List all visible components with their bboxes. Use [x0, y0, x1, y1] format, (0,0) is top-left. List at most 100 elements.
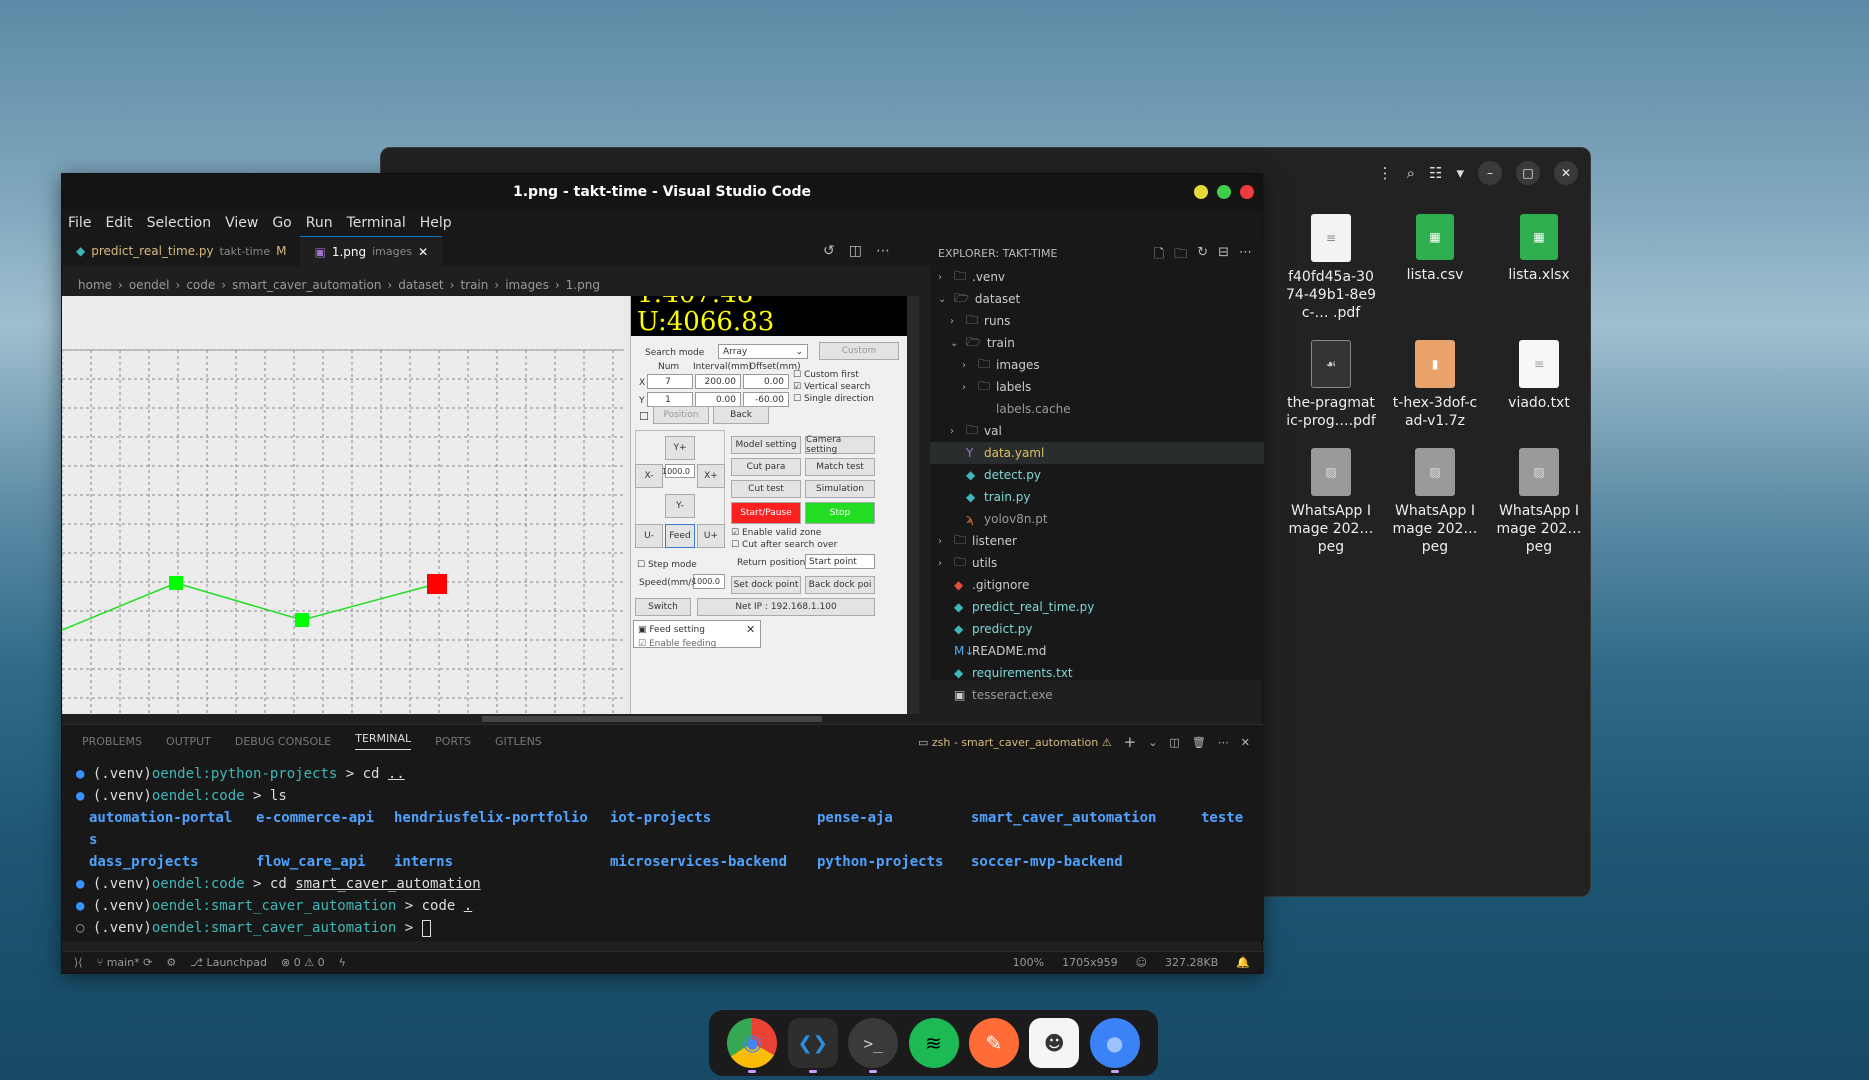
- menu-item-edit[interactable]: Edit: [105, 215, 132, 231]
- new-terminal-icon[interactable]: +: [1124, 733, 1137, 751]
- chevron-down-icon[interactable]: ⌄: [1148, 736, 1157, 749]
- position-button[interactable]: Position: [653, 406, 709, 424]
- tree-item-predict-real-time-py[interactable]: ◆ predict_real_time.py: [930, 596, 1264, 618]
- more-actions-icon[interactable]: ⋯: [1239, 245, 1252, 267]
- breadcrumb-item[interactable]: home: [78, 278, 112, 292]
- file-item[interactable]: ▦ lista.csv: [1383, 214, 1487, 322]
- notifications-icon[interactable]: 🔔: [1236, 956, 1250, 969]
- tab-predict-real-time[interactable]: ◆ predict_real_time.py takt-time M: [62, 236, 300, 266]
- tree-item-runs[interactable]: › 🗀 runs: [930, 310, 1264, 332]
- breadcrumb-item[interactable]: 1.png: [566, 278, 600, 292]
- u-plus-button[interactable]: U+: [697, 524, 725, 548]
- x-interval-input[interactable]: 200.00: [695, 374, 741, 389]
- tree-item-train-py[interactable]: ◆ train.py: [930, 486, 1264, 508]
- position-checkbox[interactable]: ☐: [639, 410, 649, 423]
- custom-first-checkbox[interactable]: ☐ Custom first: [793, 370, 859, 380]
- file-item[interactable]: ≡ viado.txt: [1487, 340, 1591, 430]
- problems-status[interactable]: ⊗ 0 ⚠ 0: [281, 956, 325, 969]
- step-input[interactable]: 1000.0: [662, 464, 695, 478]
- gimp-icon[interactable]: ☻: [1029, 1018, 1080, 1068]
- set-dock-point-button[interactable]: Set dock point: [731, 576, 801, 594]
- cut-para-button[interactable]: Cut para: [731, 458, 801, 476]
- split-editor-icon[interactable]: ◫: [849, 243, 862, 259]
- close-tab-icon[interactable]: ✕: [418, 245, 428, 259]
- back-button[interactable]: Back: [713, 406, 769, 424]
- u-minus-button[interactable]: U-: [635, 524, 663, 548]
- more-options-icon[interactable]: ⋮: [1378, 164, 1393, 182]
- breadcrumb-item[interactable]: code: [186, 278, 215, 292]
- y-minus-button[interactable]: Y-: [665, 494, 695, 518]
- y-interval-input[interactable]: 0.00: [695, 392, 741, 407]
- more-actions-icon[interactable]: ⋯: [1218, 736, 1229, 749]
- file-item[interactable]: ▨ WhatsApp Image 202… peg: [1487, 448, 1591, 556]
- tab-terminal[interactable]: TERMINAL: [355, 732, 412, 750]
- tree-item-labels-cache[interactable]: labels.cache: [930, 398, 1264, 420]
- tree-item-val[interactable]: › 🗀 val: [930, 420, 1264, 442]
- new-file-icon[interactable]: 🗋: [1154, 245, 1164, 267]
- spotify-icon[interactable]: ≋: [908, 1018, 959, 1068]
- horizontal-scrollbar[interactable]: [62, 714, 907, 724]
- y-plus-button[interactable]: Y+: [665, 436, 695, 460]
- tree-item-yolov8n-pt[interactable]: ϡ yolov8n.pt: [930, 508, 1264, 530]
- collapse-all-icon[interactable]: ⊟: [1218, 245, 1229, 267]
- breadcrumb-item[interactable]: smart_caver_automation: [232, 278, 381, 292]
- file-item[interactable]: ▦ lista.xlsx: [1487, 214, 1591, 322]
- tree-item-tesseract-exe[interactable]: ▣ tesseract.exe: [930, 684, 1264, 706]
- stop-button[interactable]: Stop: [805, 502, 875, 524]
- copilot-icon[interactable]: ☺: [1136, 956, 1147, 969]
- remote-icon[interactable]: ⟩⟨: [74, 956, 83, 969]
- tree-item-requirements-txt[interactable]: ◆ requirements.txt: [930, 662, 1264, 684]
- return-position-select[interactable]: Start point: [805, 554, 875, 569]
- refresh-icon[interactable]: ↻: [1197, 245, 1208, 267]
- menu-item-go[interactable]: Go: [272, 215, 291, 231]
- lightning-icon[interactable]: ϟ: [339, 956, 346, 969]
- speed-input[interactable]: 1000.0: [692, 574, 725, 589]
- y-offset-input[interactable]: -60.00: [743, 392, 789, 407]
- enable-valid-zone-checkbox[interactable]: ☑ Enable valid zone: [731, 528, 821, 538]
- minimize-button[interactable]: –: [1478, 161, 1502, 185]
- enable-feeding-checkbox[interactable]: ☑ Enable feeding: [638, 639, 716, 649]
- feed-button[interactable]: Feed: [665, 524, 695, 548]
- branch-status[interactable]: ⑂ main* ⟳: [97, 956, 153, 969]
- maximize-button[interactable]: [1217, 185, 1231, 199]
- search-folder-icon[interactable]: ⌕: [1407, 164, 1415, 182]
- single-direction-checkbox[interactable]: ☐ Single direction: [793, 394, 874, 404]
- back-dock-point-button[interactable]: Back dock poi: [805, 576, 875, 594]
- x-plus-button[interactable]: X+: [697, 464, 725, 488]
- menu-item-terminal[interactable]: Terminal: [347, 215, 406, 231]
- history-icon[interactable]: ↺: [823, 243, 835, 259]
- files-icon[interactable]: ●: [1089, 1018, 1140, 1073]
- step-mode-checkbox[interactable]: ☐ Step mode: [637, 560, 697, 570]
- x-minus-button[interactable]: X-: [635, 464, 663, 488]
- tab-debug-console[interactable]: DEBUG CONSOLE: [235, 735, 331, 748]
- menu-item-run[interactable]: Run: [306, 215, 333, 231]
- file-item[interactable]: ≡ f40fd45a-3074-49b1-8e9c-… .pdf: [1279, 214, 1383, 322]
- tab-ports[interactable]: PORTS: [435, 735, 471, 748]
- search-mode-select[interactable]: Array ⌄: [718, 344, 808, 359]
- match-test-button[interactable]: Match test: [805, 458, 875, 476]
- tab-problems[interactable]: PROBLEMS: [82, 735, 142, 748]
- camera-setting-button[interactable]: Camera setting: [805, 435, 875, 455]
- breadcrumb-item[interactable]: images: [505, 278, 549, 292]
- breadcrumb-item[interactable]: oendel: [129, 278, 170, 292]
- chrome-icon[interactable]: ◉: [727, 1018, 778, 1073]
- menu-item-view[interactable]: View: [225, 215, 258, 231]
- start-pause-button[interactable]: Start/Pause: [731, 502, 801, 524]
- new-folder-icon[interactable]: 🗀: [1174, 245, 1187, 267]
- trash-icon[interactable]: 🗑: [1192, 736, 1206, 749]
- file-item[interactable]: ☙ the-pragmatic-prog….pdf: [1279, 340, 1383, 430]
- terminal-icon[interactable]: >_: [848, 1018, 899, 1073]
- close-button[interactable]: ✕: [1554, 161, 1578, 185]
- menu-item-help[interactable]: Help: [420, 215, 452, 231]
- tree-item-predict-py[interactable]: ◆ predict.py: [930, 618, 1264, 640]
- close-panel-icon[interactable]: ✕: [1241, 736, 1250, 749]
- terminal[interactable]: ● (.venv)oendel:python-projects > cd .. …: [62, 757, 1264, 945]
- tree-item-readme-md[interactable]: M↓ README.md: [930, 640, 1264, 662]
- breadcrumb-item[interactable]: train: [460, 278, 488, 292]
- tree-item-labels[interactable]: › 🗀 labels: [930, 376, 1264, 398]
- menu-item-selection[interactable]: Selection: [147, 215, 212, 231]
- tree-item-utils[interactable]: › 🗀 utils: [930, 552, 1264, 574]
- tab-output[interactable]: OUTPUT: [166, 735, 211, 748]
- model-setting-button[interactable]: Model setting: [731, 436, 801, 454]
- vertical-scrollbar[interactable]: [907, 296, 919, 714]
